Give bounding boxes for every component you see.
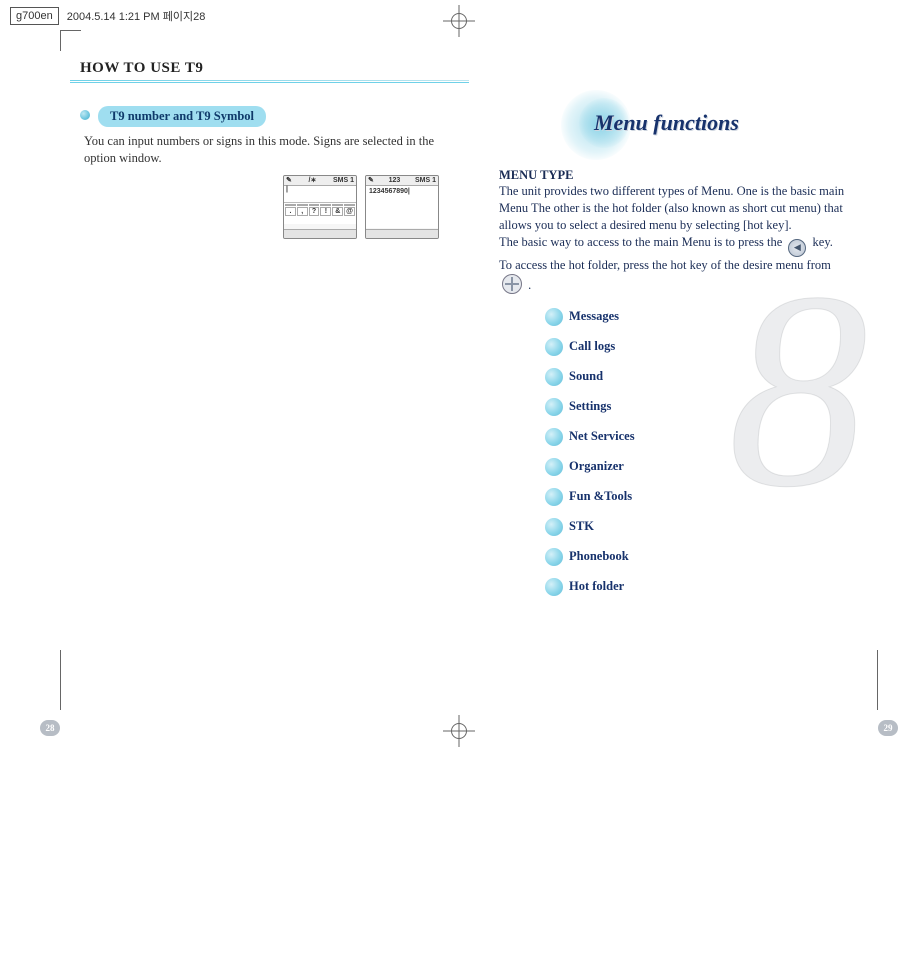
screen-body: | .,?!&@ — [284, 186, 356, 224]
text: key. — [813, 235, 833, 249]
bullet-icon — [545, 398, 563, 416]
bullet-icon — [545, 338, 563, 356]
menu-item-label: Settings — [569, 399, 611, 414]
screen-text: 1234567890| — [369, 188, 410, 195]
pill-label: T9 number and T9 Symbol — [110, 109, 254, 123]
chapter-title: Menu functions — [594, 110, 739, 136]
bullet-icon — [545, 578, 563, 596]
menu-item: Hot folder — [545, 578, 858, 596]
menu-item: Messages — [545, 308, 858, 326]
symbol-cell: & — [332, 207, 343, 216]
bullet-icon — [545, 428, 563, 446]
chapter-hero: Menu functions — [499, 100, 858, 150]
pencil-icon: ✎ — [368, 176, 374, 184]
subsection-pill: T9 number and T9 Symbol — [98, 106, 266, 127]
symbol-cell — [297, 204, 308, 206]
page-spread: HOW TO USE T9 T9 number and T9 Symbol Yo… — [70, 40, 868, 724]
screen-softbar — [366, 229, 438, 238]
menu-item-label: Call logs — [569, 339, 615, 354]
phone-screenshot-numbers: ✎ 123 SMS 1 1234567890| — [365, 175, 439, 239]
menu-item: Call logs — [545, 338, 858, 356]
screen-body: 1234567890| — [366, 186, 438, 228]
subhead: MENU TYPE — [499, 168, 858, 183]
body-text: You can input numbers or signs in this m… — [84, 133, 439, 167]
menu-item-label: Messages — [569, 309, 619, 324]
title-label: SMS 1 — [333, 177, 354, 184]
menu-item-label: Hot folder — [569, 579, 624, 594]
menu-item-label: Fun &Tools — [569, 489, 632, 504]
menu-item: Fun &Tools — [545, 488, 858, 506]
bullet-icon — [545, 488, 563, 506]
menu-item: Phonebook — [545, 548, 858, 566]
print-header: g700en 2004.5.14 1:21 PM 페이지28 — [10, 7, 205, 25]
paragraph: To access the hot folder, press the hot … — [499, 257, 858, 274]
symbol-cell: @ — [344, 207, 355, 216]
symbol-cell — [309, 204, 320, 206]
menu-item-label: Phonebook — [569, 549, 629, 564]
page-28: HOW TO USE T9 T9 number and T9 Symbol Yo… — [70, 40, 469, 724]
paragraph: The unit provides two different types of… — [499, 183, 858, 234]
pencil-icon: ✎ — [286, 176, 292, 184]
screen-softbar — [284, 229, 356, 238]
symbol-cell — [320, 204, 331, 206]
bullet-icon — [545, 368, 563, 386]
page-number: 29 — [878, 720, 898, 736]
menu-list: 8 MessagesCall logsSoundSettingsNet Serv… — [545, 308, 858, 596]
symbol-cell — [344, 204, 355, 206]
symbol-cell: , — [297, 207, 308, 216]
page-number: 28 — [40, 720, 60, 736]
mode-indicator: /∗ — [309, 176, 317, 184]
bullet-icon — [80, 110, 90, 120]
symbol-cell — [285, 204, 296, 206]
menu-item: Organizer — [545, 458, 858, 476]
menu-item: Sound — [545, 368, 858, 386]
menu-item: STK — [545, 518, 858, 536]
menu-item: Settings — [545, 398, 858, 416]
phone-screenshot-symbols: ✎ /∗ SMS 1 | .,?!&@ — [283, 175, 357, 239]
symbol-cell — [332, 204, 343, 206]
bullet-icon — [545, 518, 563, 536]
header-file: g700en — [10, 7, 59, 25]
paragraph: . — [499, 274, 858, 294]
symbol-cell: . — [285, 207, 296, 216]
registration-mark — [448, 10, 470, 32]
title-label: SMS 1 — [415, 177, 436, 184]
header-stamp: 2004.5.14 1:21 PM 페이지28 — [67, 8, 206, 24]
page-29: Menu functions MENU TYPE The unit provid… — [469, 40, 868, 724]
menu-item-label: STK — [569, 519, 594, 534]
section-title: HOW TO USE T9 — [80, 60, 439, 77]
menu-item-label: Sound — [569, 369, 603, 384]
paragraph: The basic way to access to the main Menu… — [499, 234, 858, 257]
screenshot-row: ✎ /∗ SMS 1 | .,?!&@ ✎ 123 SMS 1 — [80, 175, 439, 239]
menu-item-label: Organizer — [569, 459, 624, 474]
screen-topbar: ✎ /∗ SMS 1 — [284, 176, 356, 186]
symbol-cell: ? — [309, 207, 320, 216]
bullet-icon — [545, 458, 563, 476]
bullet-icon — [545, 548, 563, 566]
mode-indicator: 123 — [389, 177, 401, 184]
menu-item-label: Net Services — [569, 429, 635, 444]
text: The basic way to access to the main Menu… — [499, 235, 782, 249]
symbol-cell: ! — [320, 207, 331, 216]
dpad-key-icon — [502, 274, 522, 294]
menu-key-icon: ◀ — [788, 239, 806, 257]
menu-item: Net Services — [545, 428, 858, 446]
screen-topbar: ✎ 123 SMS 1 — [366, 176, 438, 186]
bullet-icon — [545, 308, 563, 326]
text: . — [528, 278, 531, 292]
